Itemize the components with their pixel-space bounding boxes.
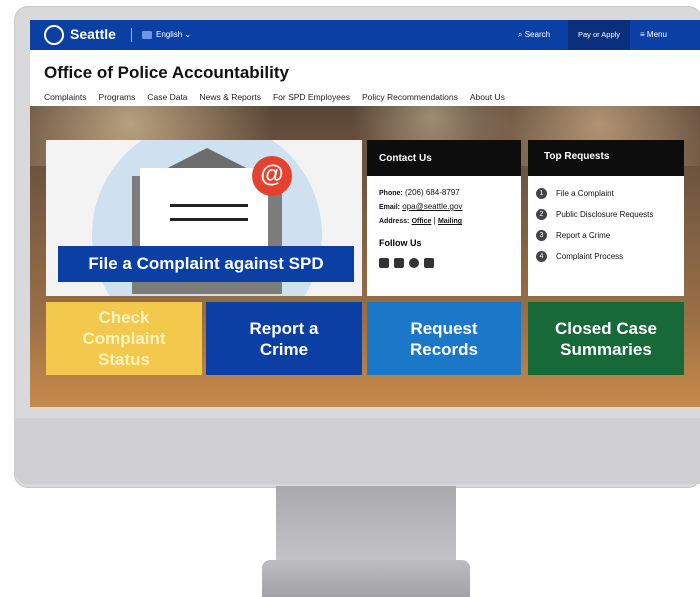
- request-item[interactable]: 4 Complaint Process: [536, 251, 623, 262]
- search-icon: ⌕: [518, 30, 523, 39]
- page-title[interactable]: Office of Police Accountability: [44, 63, 289, 83]
- at-sign-icon: @: [252, 156, 292, 196]
- address-label: Address:: [379, 218, 410, 225]
- hero-card[interactable]: @ File a Complaint against SPD: [46, 140, 362, 296]
- nav-spd-employees[interactable]: For SPD Employees: [273, 92, 350, 102]
- nav-policy-recommendations[interactable]: Policy Recommendations: [362, 92, 458, 102]
- nav-programs[interactable]: Programs: [99, 92, 136, 102]
- nav-news-reports[interactable]: News & Reports: [200, 92, 261, 102]
- twitter-icon[interactable]: [394, 258, 404, 268]
- monitor-base: [262, 560, 470, 597]
- language-selector[interactable]: English ⌄: [142, 30, 191, 39]
- request-records-tile[interactable]: Request Records: [367, 302, 521, 375]
- seattle-logo-text[interactable]: Seattle: [70, 26, 116, 42]
- divider: [131, 28, 132, 42]
- address-separator: |: [433, 216, 436, 225]
- mailing-link[interactable]: Mailing: [438, 218, 462, 225]
- tile-label: Request Records: [409, 318, 479, 359]
- email-label: Email:: [379, 204, 401, 211]
- social-icons: [379, 258, 434, 268]
- translate-icon: [142, 30, 152, 39]
- phone-number[interactable]: (206) 684-8797: [405, 188, 460, 197]
- nav-case-data[interactable]: Case Data: [147, 92, 187, 102]
- contact-card: Contact Us Phone: (206) 684-8797 Email: …: [367, 140, 521, 296]
- screen: Seattle English ⌄ ⌕ Search Pay or Apply …: [30, 20, 700, 407]
- hamburger-icon: ≡: [640, 30, 645, 39]
- tile-label: Closed Case Summaries: [554, 318, 658, 359]
- seattle-logo-icon[interactable]: [44, 25, 64, 45]
- monitor-chin: [14, 418, 700, 484]
- search-button[interactable]: ⌕ Search: [518, 30, 550, 40]
- number-badge: 2: [536, 209, 547, 220]
- menu-button[interactable]: ≡ Menu: [640, 30, 667, 39]
- closed-case-summaries-tile[interactable]: Closed Case Summaries: [528, 302, 684, 375]
- request-label: File a Complaint: [556, 189, 614, 198]
- file-complaint-banner[interactable]: File a Complaint against SPD: [58, 246, 354, 282]
- check-complaint-status-tile[interactable]: Check Complaint Status: [46, 302, 202, 375]
- phone-label: Phone:: [379, 190, 403, 197]
- request-item[interactable]: 3 Report a Crime: [536, 230, 610, 241]
- request-label: Public Disclosure Requests: [556, 210, 654, 219]
- letter-line: [170, 204, 248, 207]
- chevron-down-icon: ⌄: [184, 30, 192, 39]
- follow-heading: Follow Us: [379, 238, 422, 248]
- tile-label: Report a Crime: [249, 318, 319, 359]
- email-icon[interactable]: [424, 258, 434, 268]
- request-label: Complaint Process: [556, 252, 624, 261]
- number-badge: 1: [536, 188, 547, 199]
- main-nav: Complaints Programs Case Data News & Rep…: [44, 92, 517, 102]
- tile-label: Check Complaint Status: [82, 308, 166, 369]
- contact-heading: Contact Us: [367, 140, 521, 176]
- facebook-icon[interactable]: [379, 258, 389, 268]
- contact-details: Phone: (206) 684-8797 Email: opa@seattle…: [379, 186, 462, 228]
- search-label: Search: [524, 30, 551, 39]
- request-label: Report a Crime: [556, 231, 611, 240]
- nav-complaints[interactable]: Complaints: [44, 92, 87, 102]
- letter-line: [170, 218, 248, 221]
- top-bar: Seattle English ⌄ ⌕ Search Pay or Apply …: [30, 20, 700, 50]
- email-link[interactable]: opa@seattle.gov: [402, 202, 462, 211]
- wordpress-icon[interactable]: [409, 258, 419, 268]
- nav-about-us[interactable]: About Us: [470, 92, 505, 102]
- top-requests-heading: Top Requests: [528, 140, 684, 176]
- office-link[interactable]: Office: [412, 218, 432, 225]
- top-requests-card: Top Requests 1 File a Complaint 2 Public D…: [528, 140, 684, 296]
- language-label: English: [156, 30, 183, 39]
- report-crime-tile[interactable]: Report a Crime: [206, 302, 362, 375]
- number-badge: 4: [536, 251, 547, 262]
- pay-or-apply-button[interactable]: Pay or Apply: [568, 20, 630, 50]
- number-badge: 3: [536, 230, 547, 241]
- request-item[interactable]: 2 Public Disclosure Requests: [536, 209, 653, 220]
- request-item[interactable]: 1 File a Complaint: [536, 188, 614, 199]
- menu-label: Menu: [646, 30, 667, 39]
